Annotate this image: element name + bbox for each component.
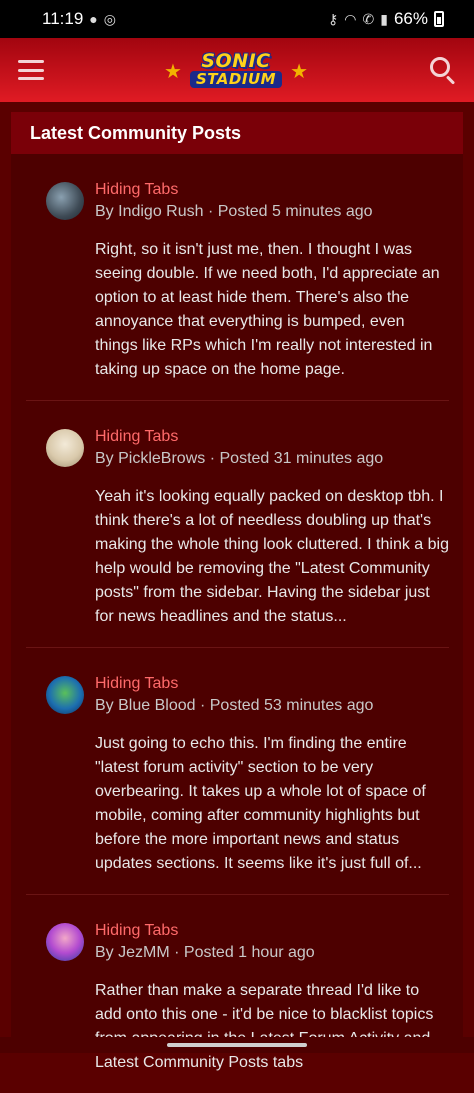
status-left: 11:19 ● ◎	[42, 9, 116, 29]
post-item: Hiding Tabs By JezMM · Posted 1 hour ago…	[26, 895, 449, 1093]
key-icon: ⚷	[328, 11, 338, 28]
post-author[interactable]: PickleBrows	[118, 450, 205, 467]
post-title[interactable]: Hiding Tabs	[95, 674, 449, 694]
post-excerpt[interactable]: Yeah it's looking equally packed on desk…	[95, 485, 449, 629]
post-excerpt[interactable]: Right, so it isn't just me, then. I thou…	[95, 238, 449, 382]
post-by: By	[95, 697, 114, 714]
post-time: · Posted 31 minutes ago	[210, 450, 383, 467]
post-body: Hiding Tabs By Blue Blood · Posted 53 mi…	[95, 674, 449, 876]
widget-title: Latest Community Posts	[11, 112, 463, 154]
sync-icon: ◎	[104, 11, 116, 28]
status-time: 11:19	[42, 9, 83, 29]
post-author[interactable]: JezMM	[118, 944, 170, 961]
post-excerpt[interactable]: Just going to echo this. I'm finding the…	[95, 732, 449, 876]
status-bar: 11:19 ● ◎ ⚷ ◠ ✆ ▮ 66%	[0, 0, 474, 38]
latest-community-posts-widget: Latest Community Posts Hiding Tabs By In…	[11, 112, 463, 1053]
post-by: By	[95, 450, 114, 467]
app-header: ★ SONIC STADIUM ★	[0, 38, 474, 102]
avatar[interactable]	[46, 923, 84, 961]
post-item: Hiding Tabs By PickleBrows · Posted 31 m…	[26, 401, 449, 648]
post-item: Hiding Tabs By Blue Blood · Posted 53 mi…	[26, 648, 449, 895]
post-body: Hiding Tabs By PickleBrows · Posted 31 m…	[95, 427, 449, 629]
system-nav-bar	[0, 1037, 474, 1053]
post-title[interactable]: Hiding Tabs	[95, 921, 449, 941]
avatar[interactable]	[46, 676, 84, 714]
menu-icon[interactable]	[18, 60, 44, 80]
wifi-call-icon: ✆	[363, 11, 375, 28]
post-item: Hiding Tabs By Indigo Rush · Posted 5 mi…	[26, 154, 449, 401]
logo-line1: SONIC	[201, 52, 270, 71]
post-meta: By Indigo Rush · Posted 5 minutes ago	[95, 201, 449, 223]
post-author[interactable]: Indigo Rush	[118, 203, 203, 220]
battery-icon	[434, 11, 444, 27]
main-content: Latest Community Posts Hiding Tabs By In…	[0, 102, 474, 1053]
site-logo[interactable]: ★ SONIC STADIUM ★	[190, 52, 282, 88]
post-by: By	[95, 944, 114, 961]
status-right: ⚷ ◠ ✆ ▮ 66%	[328, 9, 444, 29]
post-title[interactable]: Hiding Tabs	[95, 427, 449, 447]
post-author[interactable]: Blue Blood	[118, 697, 195, 714]
post-body: Hiding Tabs By Indigo Rush · Posted 5 mi…	[95, 180, 449, 382]
star-icon: ★	[164, 62, 182, 82]
logo-line2: STADIUM	[190, 71, 282, 88]
post-time: · Posted 5 minutes ago	[208, 203, 373, 220]
avatar[interactable]	[46, 182, 84, 220]
post-time: · Posted 53 minutes ago	[200, 697, 373, 714]
post-title[interactable]: Hiding Tabs	[95, 180, 449, 200]
search-icon[interactable]	[428, 55, 458, 85]
post-meta: By JezMM · Posted 1 hour ago	[95, 942, 449, 964]
wifi-icon: ◠	[344, 11, 356, 28]
post-meta: By PickleBrows · Posted 31 minutes ago	[95, 448, 449, 470]
battery-percent: 66%	[394, 9, 428, 29]
avatar[interactable]	[46, 429, 84, 467]
home-gesture-handle[interactable]	[167, 1043, 307, 1047]
post-by: By	[95, 203, 114, 220]
chat-bubble-icon: ●	[89, 11, 97, 27]
post-meta: By Blue Blood · Posted 53 minutes ago	[95, 695, 449, 717]
post-excerpt[interactable]: Rather than make a separate thread I'd l…	[95, 979, 449, 1075]
star-icon: ★	[290, 62, 308, 82]
post-list: Hiding Tabs By Indigo Rush · Posted 5 mi…	[11, 154, 463, 1093]
post-time: · Posted 1 hour ago	[174, 944, 315, 961]
signal-icon: ▮	[380, 11, 388, 28]
